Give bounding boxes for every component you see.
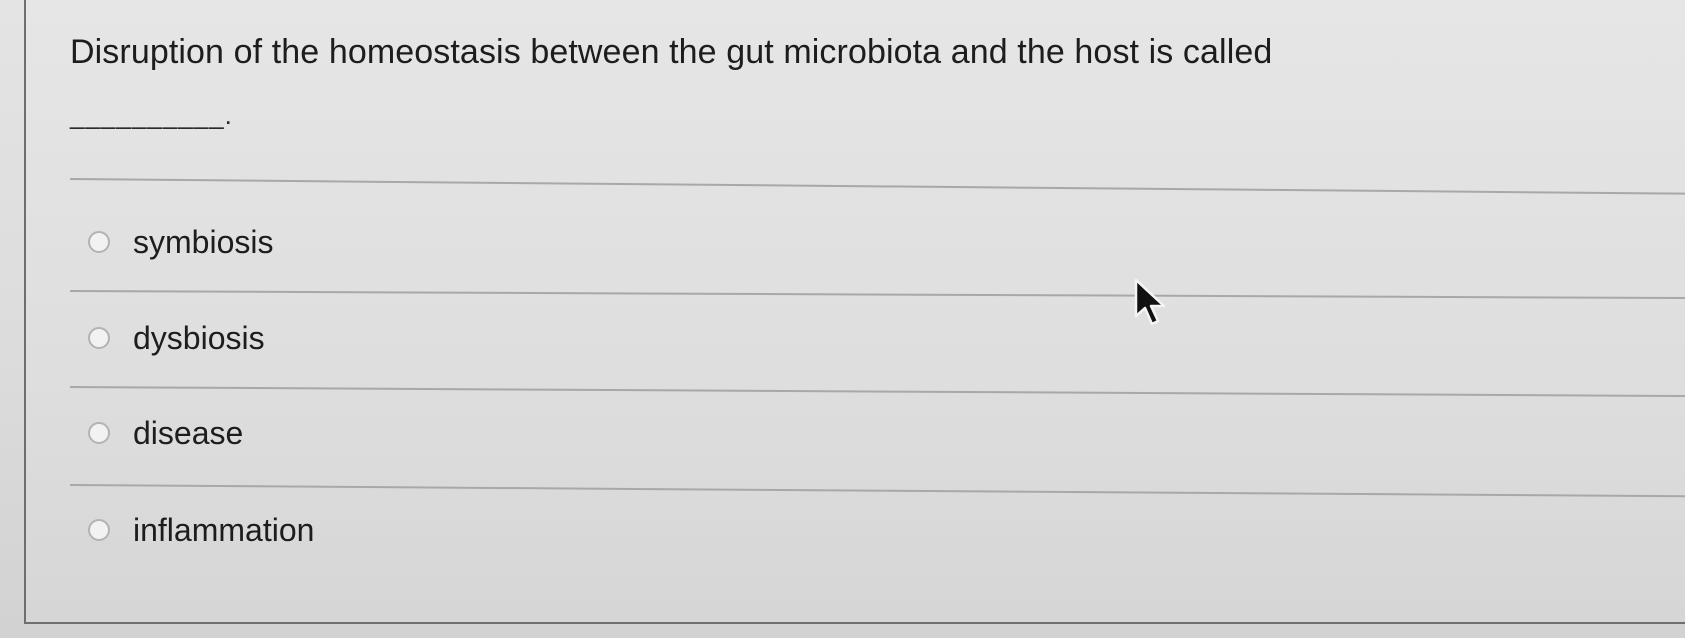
option-label: dysbiosis [133, 319, 265, 356]
option-label: inflammation [133, 511, 315, 548]
option-label: disease [133, 414, 244, 451]
option-symbiosis[interactable]: symbiosis [88, 220, 273, 264]
radio-unselected-icon[interactable] [88, 519, 110, 541]
option-label: symbiosis [133, 223, 274, 260]
mouse-pointer-icon [1134, 278, 1166, 326]
radio-unselected-icon[interactable] [88, 327, 110, 349]
option-inflammation[interactable]: inflammation [88, 508, 314, 552]
option-disease[interactable]: disease [88, 411, 243, 455]
question-text: Disruption of the homeostasis between th… [70, 33, 1273, 71]
question-blank: __________. [70, 100, 233, 130]
radio-unselected-icon[interactable] [88, 231, 110, 253]
radio-unselected-icon[interactable] [88, 422, 110, 444]
option-dysbiosis[interactable]: dysbiosis [88, 316, 265, 360]
screen-background: Disruption of the homeostasis between th… [0, 0, 1685, 638]
